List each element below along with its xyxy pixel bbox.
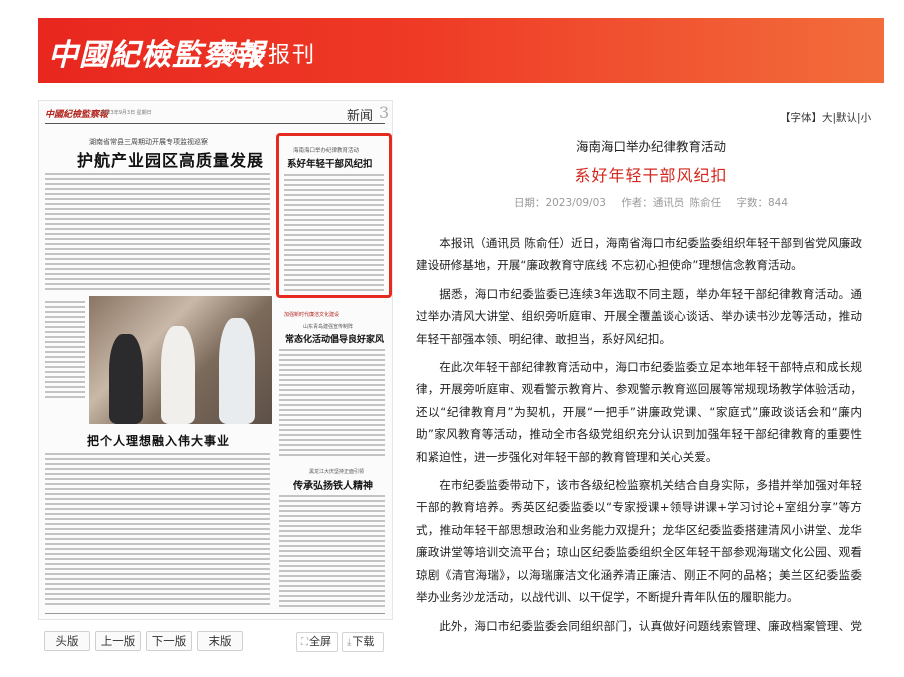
article-author-label: 作者： — [621, 197, 653, 209]
last-page-button[interactable]: 末版 — [197, 631, 243, 651]
lead-article-headline[interactable]: 护航产业园区高质量发展 — [77, 147, 264, 171]
article-title: 系好年轻干部风纪扣 — [574, 166, 728, 185]
article-words-value: 844 — [768, 197, 789, 209]
masthead-rule — [45, 123, 385, 124]
side-article2-title[interactable]: 传承弘扬铁人精神 — [293, 477, 373, 492]
article-paragraph: 据悉，海口市纪委监委已连续3年选取不同主题，举办年轻干部纪律教育活动。通过举办清… — [416, 286, 862, 346]
article-date-value: 2023/09/03 — [545, 197, 606, 209]
download-button[interactable]: ⤓下载 — [342, 632, 384, 652]
fullscreen-icon: ⛶ — [301, 637, 308, 648]
highlighted-article-text — [284, 174, 384, 292]
newspaper-masthead: 中國紀檢監察報 — [45, 110, 109, 120]
article-words-label: 字数： — [736, 197, 769, 209]
highlighted-article-box[interactable]: 海南海口举办纪律教育活动 系好年轻干部风纪扣 — [276, 133, 392, 298]
side-article-title[interactable]: 常态化活动倡导良好家风 — [285, 332, 384, 345]
newspaper-footer-rule — [45, 613, 385, 614]
lead-article-kicker[interactable]: 湖南省常县三周期动开展专项监视巡察 — [89, 137, 208, 147]
newspaper-page[interactable]: 中國紀檢監察報 2023年9月3日 星期日 新闻 3 湖南省常县三周期动开展专项… — [38, 100, 393, 620]
article-word-count: 字数：844 — [737, 197, 789, 209]
side-article2-kicker[interactable]: 黑龙江大庆坚持正面引领 — [309, 468, 364, 475]
fullscreen-button[interactable]: ⛶全屏 — [296, 632, 338, 652]
prev-page-button[interactable]: 上一版 — [95, 631, 141, 651]
article-author: 作者：通讯员 陈俞任 — [621, 197, 721, 209]
lead-article-text[interactable] — [45, 173, 270, 291]
photo-person — [109, 334, 143, 424]
article-paragraph: 本报讯（通讯员 陈俞任）近日，海南省海口市纪委监委组织年轻干部到省党风廉政建设研… — [416, 236, 862, 273]
font-default-option[interactable]: 默认 — [836, 112, 857, 124]
download-label: 下载 — [352, 635, 375, 648]
article-meta: 日期：2023/09/03 作者：通讯员 陈俞任 字数：844 — [420, 195, 882, 210]
newspaper-section: 新闻 — [347, 109, 374, 124]
side-column-label: 加强新时代廉洁文化建设 — [284, 312, 340, 318]
side-article2-text[interactable] — [279, 495, 385, 609]
article-body: 本报讯（通讯员 陈俞任）近日，海南省海口市纪委监委组织年轻干部到省党风廉政建设研… — [416, 232, 862, 632]
highlighted-article-kicker: 海南海口举办纪律教育活动 — [293, 148, 360, 154]
photo-person — [161, 326, 195, 424]
font-large-option[interactable]: 大 — [822, 112, 833, 124]
photo-caption-text — [45, 301, 85, 401]
article-author-value: 通讯员 陈俞任 — [652, 197, 722, 209]
highlighted-article-title: 系好年轻干部风纪扣 — [287, 159, 373, 170]
article-paragraph: 在市纪委监委带动下，该市各级纪检监察机关结合自身实际，多措并举加强对年轻干部的教… — [416, 478, 862, 605]
photo-article-headline[interactable]: 把个人理想融入伟大事业 — [87, 432, 230, 449]
download-icon: ⤓ — [347, 637, 352, 648]
font-size-bar: 【字体】大|默认|小 — [780, 110, 871, 125]
article-date: 日期：2023/09/03 — [514, 197, 606, 209]
site-header: 中國紀檢監察報 数字报刊 — [38, 18, 884, 83]
next-page-button[interactable]: 下一版 — [146, 631, 192, 651]
brand-subtitle: 数字报刊 — [220, 43, 317, 68]
fullscreen-label: 全屏 — [309, 635, 331, 648]
article-paragraph: 此外，海口市纪委监委会同组织部门，认真做好问题线索管理、廉政档案管理、党风廉政意… — [439, 618, 862, 633]
side-article-text[interactable] — [279, 349, 385, 457]
font-size-label: 【字体】 — [780, 112, 822, 124]
article-date-label: 日期： — [513, 197, 546, 209]
news-photo[interactable] — [89, 296, 272, 424]
photo-article-text[interactable] — [45, 453, 270, 608]
article-kicker: 海南海口举办纪律教育活动 — [575, 139, 726, 154]
first-page-button[interactable]: 头版 — [44, 631, 90, 651]
photo-person — [219, 318, 255, 424]
newspaper-page-number: 3 — [379, 103, 390, 122]
side-article-kicker[interactable]: 山东青岛建强宣传制阵 — [303, 323, 353, 330]
font-small-option[interactable]: 小 — [861, 112, 872, 124]
article-paragraph: 在此次年轻干部纪律教育活动中，海口市纪委监委立足本地年轻干部特点和成长规律，开展… — [416, 360, 862, 464]
newspaper-date: 2023年9月3日 星期日 — [101, 110, 152, 116]
